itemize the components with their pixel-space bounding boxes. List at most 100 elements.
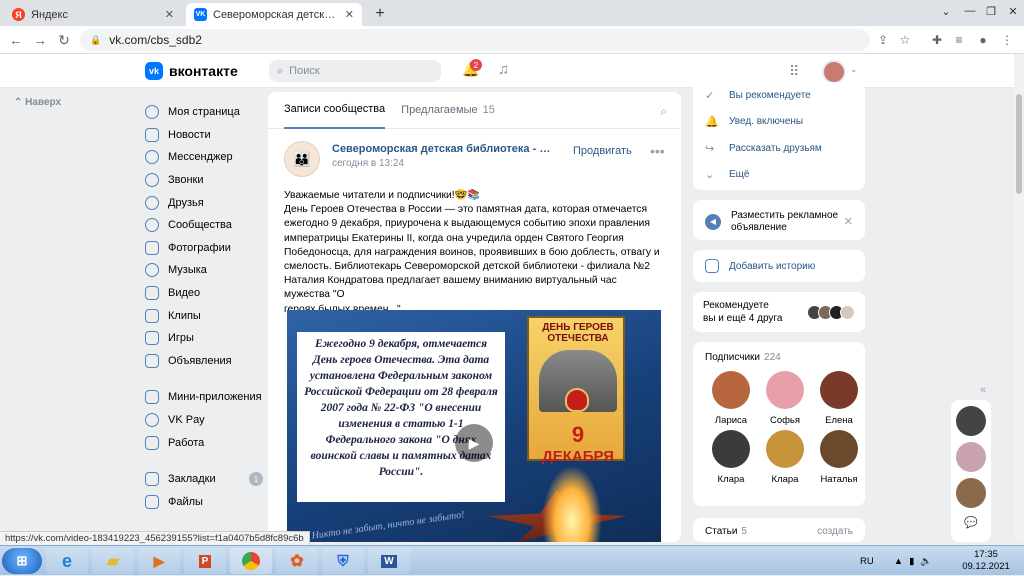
subscribers-header[interactable]: Подписчики 224 bbox=[693, 342, 865, 363]
scrollbar[interactable] bbox=[1014, 54, 1024, 542]
avatar[interactable] bbox=[956, 442, 986, 472]
subscriber-item[interactable]: Наталья bbox=[813, 430, 865, 485]
new-tab-button[interactable]: + bbox=[370, 4, 390, 24]
sidebar-item-my-page[interactable]: Моя страница bbox=[145, 101, 263, 124]
play-icon[interactable]: ▶ bbox=[455, 424, 493, 462]
sidebar-item-files[interactable]: Файлы bbox=[145, 491, 263, 514]
security-shield-icon[interactable]: ⛨ bbox=[322, 548, 364, 574]
more-icon[interactable]: ••• bbox=[650, 143, 665, 159]
chevron-down-icon[interactable]: ⌄ bbox=[850, 64, 858, 75]
subscriber-item[interactable]: Софья bbox=[759, 371, 811, 426]
sidebar-item-clips[interactable]: Клипы bbox=[145, 304, 263, 327]
close-icon[interactable]: ✕ bbox=[165, 8, 174, 21]
avatar[interactable] bbox=[956, 406, 986, 436]
window-close-button[interactable]: ✕ bbox=[1002, 0, 1024, 22]
sidebar-item-bookmarks[interactable]: Закладки 1 bbox=[145, 468, 263, 491]
reload-button[interactable]: ↻ bbox=[54, 30, 74, 50]
music-icon[interactable]: ♫ bbox=[498, 61, 509, 78]
sidebar-item-video[interactable]: Видео bbox=[145, 282, 263, 305]
ie-icon[interactable]: e bbox=[46, 548, 88, 574]
scroll-top-link[interactable]: ⌃ Наверх bbox=[14, 97, 61, 108]
articles-row: Статьи 5 создать bbox=[693, 518, 865, 544]
forward-button[interactable]: → bbox=[30, 30, 50, 50]
articles-title[interactable]: Статьи bbox=[705, 526, 737, 537]
sidebar-item-groups[interactable]: Сообщества bbox=[145, 214, 263, 237]
subscriber-item[interactable]: Клара bbox=[705, 430, 757, 485]
chevron-down-icon[interactable]: ⌄ bbox=[932, 0, 960, 22]
avatar[interactable] bbox=[956, 478, 986, 508]
volume-icon[interactable]: 🔈 bbox=[920, 556, 932, 567]
ad-card[interactable]: ◀ Разместить рекламное объявление ✕ bbox=[693, 200, 865, 240]
bookmark-star-icon[interactable]: ☆ bbox=[896, 31, 914, 49]
sidebar-item-friends[interactable]: Друзья bbox=[145, 191, 263, 214]
media-player-icon[interactable]: ▶ bbox=[138, 548, 180, 574]
apps-grid-icon[interactable]: ⠿ bbox=[789, 63, 799, 80]
promote-button[interactable]: Продвигать bbox=[573, 145, 632, 157]
close-icon[interactable]: ✕ bbox=[345, 8, 354, 21]
vk-logo[interactable]: vk вконтакте bbox=[145, 62, 238, 80]
video-preview[interactable]: Ежегодно 9 декабря, отмечается День геро… bbox=[287, 310, 661, 542]
subscriber-item[interactable]: Лариса bbox=[705, 371, 757, 426]
tab-community-posts[interactable]: Записи сообщества bbox=[284, 92, 386, 129]
subscriber-item[interactable]: Клара bbox=[759, 430, 811, 485]
sidebar-item-work[interactable]: Работа bbox=[145, 431, 263, 454]
scrollbar-thumb[interactable] bbox=[1016, 94, 1022, 194]
post-line: Победоносца, для награждения воинов, про… bbox=[284, 246, 660, 258]
sidebar-item-messenger[interactable]: Мессенджер bbox=[145, 146, 263, 169]
address-bar[interactable]: 🔒 vk.com/cbs_sdb2 bbox=[80, 29, 870, 51]
start-button[interactable]: ⊞ bbox=[2, 548, 42, 574]
chrome-icon[interactable] bbox=[230, 548, 272, 574]
browser-tab-vk[interactable]: VK Североморская детская библис ✕ bbox=[186, 3, 362, 26]
divider bbox=[145, 372, 263, 386]
create-article-link[interactable]: создать bbox=[817, 526, 853, 537]
community-avatar[interactable]: 👪 bbox=[284, 141, 320, 177]
tray-arrow-icon[interactable]: ▲ bbox=[894, 556, 903, 567]
video-signature: Никто не забыт, ничто не забыто! bbox=[310, 509, 466, 542]
menu-notifications[interactable]: 🔔 Увед. включены bbox=[693, 109, 865, 136]
search-input[interactable]: ⌕ Поиск bbox=[269, 60, 441, 82]
sidebar-item-calls[interactable]: Звонки bbox=[145, 169, 263, 192]
word-icon[interactable]: W bbox=[368, 548, 410, 574]
search-icon[interactable]: ⌕ bbox=[660, 104, 667, 119]
profile-icon[interactable]: ● bbox=[974, 31, 992, 49]
post-timestamp[interactable]: сегодня в 13:24 bbox=[332, 158, 404, 169]
menu-recommend[interactable]: ✓ Вы рекомендуете bbox=[693, 82, 865, 109]
sidebar-item-music[interactable]: Музыка bbox=[145, 259, 263, 282]
menu-share[interactable]: ↪ Рассказать друзьям bbox=[693, 135, 865, 162]
subscriber-item[interactable]: Елена bbox=[813, 371, 865, 426]
post-author[interactable]: Североморская детская библиотека - филиа… bbox=[332, 143, 552, 155]
explorer-icon[interactable]: ▰ bbox=[92, 548, 134, 574]
photo-icon bbox=[145, 240, 159, 255]
sidebar-item-photos[interactable]: Фотографии bbox=[145, 237, 263, 260]
sidebar-item-vkpay[interactable]: VK Pay bbox=[145, 409, 263, 432]
minimize-button[interactable]: — bbox=[960, 0, 980, 22]
sidebar-item-label: Работа bbox=[168, 436, 205, 449]
chat-icon[interactable]: 💬 bbox=[951, 516, 991, 529]
recommend-card[interactable]: Рекомендуете вы и ещё 4 друга bbox=[693, 292, 865, 332]
avatar[interactable] bbox=[822, 60, 846, 84]
story-card[interactable]: Добавить историю bbox=[693, 250, 865, 282]
network-icon[interactable]: ▮ bbox=[909, 556, 914, 567]
reading-list-icon[interactable]: ≡ bbox=[950, 31, 968, 49]
menu-icon[interactable]: ⋮ bbox=[998, 31, 1016, 49]
restore-button[interactable]: ❐ bbox=[980, 0, 1002, 22]
menu-more[interactable]: ⌄ Ещё bbox=[693, 162, 865, 189]
collapse-chats-icon[interactable]: « bbox=[980, 384, 986, 396]
sidebar-item-news[interactable]: Новости bbox=[145, 124, 263, 147]
language-indicator[interactable]: RU bbox=[860, 556, 874, 567]
taskbar-clock[interactable]: 17:35 09.12.2021 bbox=[956, 549, 1016, 573]
menu-label: Рассказать друзьям bbox=[729, 142, 822, 154]
sidebar-item-ads[interactable]: Объявления bbox=[145, 350, 263, 373]
sidebar-item-games[interactable]: Игры bbox=[145, 327, 263, 350]
close-icon[interactable]: ✕ bbox=[844, 216, 853, 228]
browser-tab-yandex[interactable]: Я Яндекс ✕ bbox=[4, 3, 182, 26]
powerpoint-icon[interactable]: P bbox=[184, 548, 226, 574]
sidebar-item-mini-apps[interactable]: Мини-приложения bbox=[145, 386, 263, 409]
tab-suggested[interactable]: Предлагаемые 15 bbox=[401, 92, 495, 129]
share-icon: ↪ bbox=[705, 142, 715, 155]
back-button[interactable]: ← bbox=[6, 30, 26, 50]
extensions-icon[interactable]: ✚ bbox=[928, 31, 946, 49]
share-icon[interactable]: ⇪ bbox=[874, 31, 892, 49]
vk-header: vk вконтакте ⌕ Поиск 🔔 2 ♫ ⠿ ⌄ bbox=[0, 54, 1024, 88]
media-app-icon[interactable]: ✿ bbox=[276, 548, 318, 574]
